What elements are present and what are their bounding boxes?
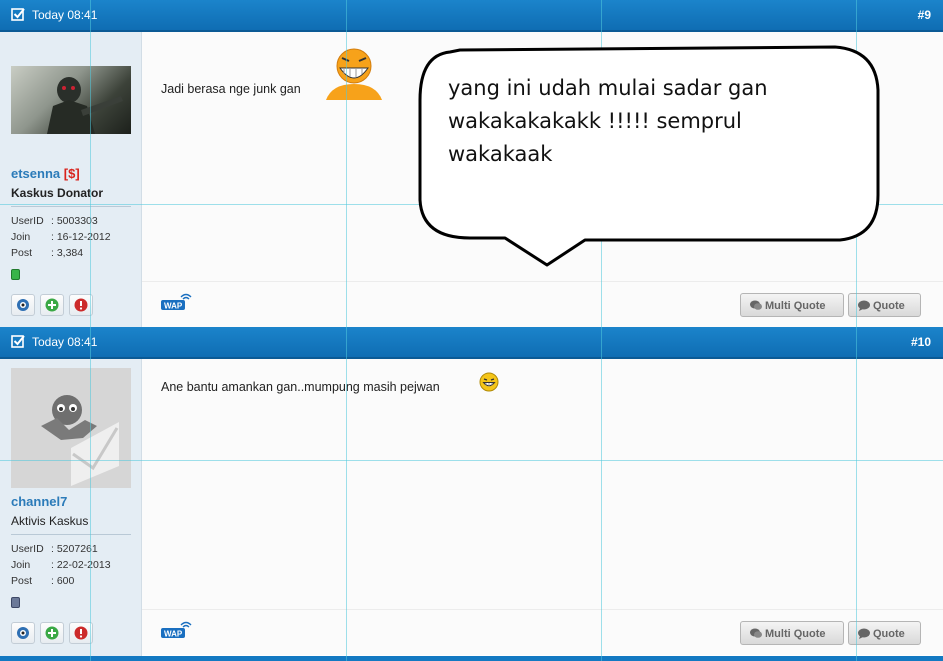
svg-text:WAP: WAP [164,629,183,638]
avatar[interactable] [11,66,131,134]
user-sidebar: channel7 Aktivis Kaskus UserID: 5207261 … [0,359,142,661]
speech-bubbles-icon [750,628,762,638]
divider [11,534,131,535]
post-footer: WAP Multi Quote Quote [142,281,943,327]
wap-icon: WAP [161,293,192,310]
add-reputation-button[interactable] [40,294,64,316]
next-post-header [0,656,943,661]
alert-icon [74,626,88,640]
guide-line [90,0,91,661]
guide-line [0,204,943,205]
post-body: Ane bantu amankan gan..mumpung masih pej… [142,359,943,609]
soldier-image [47,77,123,134]
alert-icon [74,298,88,312]
plus-icon [45,298,59,312]
svg-text:WAP: WAP [164,301,183,310]
post-number-link[interactable]: #10 [911,335,931,349]
checkbox-icon [11,335,25,348]
donator-badge: [$] [63,166,80,181]
add-reputation-button[interactable] [40,622,64,644]
multi-quote-button[interactable]: Multi Quote [740,293,844,317]
post-message: Jadi berasa nge junk gan [161,82,301,96]
user-stats: UserID: 5207261 Join: 22-02-2013 Post: 6… [11,543,111,587]
avatar[interactable] [11,368,131,488]
laughing-emoticon-icon [326,48,382,100]
post-header: Today 08:41 #10 [0,327,943,359]
plus-icon [45,626,59,640]
default-avatar-icon [41,395,119,486]
guide-line [856,0,857,661]
speech-bubble-icon [858,300,870,311]
wap-icon: WAP [161,621,192,638]
grin-emoticon-icon [479,372,499,392]
user-sidebar: etsenna [$] Kaskus Donator UserID: 50033… [0,32,142,327]
guide-line [0,460,943,461]
eye-icon [17,299,29,311]
checkbox-icon [11,8,25,21]
user-stats: UserID: 5003303 Join: 16-12-2012 Post: 3… [11,215,111,259]
post-message: Ane bantu amankan gan..mumpung masih pej… [161,380,440,394]
post-number-link[interactable]: #9 [918,8,931,22]
profile-button[interactable] [11,294,35,316]
multi-quote-button[interactable]: Multi Quote [740,621,844,645]
speech-bubble-text: yang ini udah mulai sadar gan wakakakaka… [448,76,768,166]
online-status-icon [11,269,20,280]
username-link[interactable]: channel7 [11,494,67,509]
post-footer: WAP Multi Quote Quote [142,609,943,655]
speech-bubble-icon [858,628,870,639]
speech-bubbles-icon [750,300,762,310]
offline-status-icon [11,597,20,608]
profile-button[interactable] [11,622,35,644]
post-10: Today 08:41 #10 channel7 Aktivis Kaskus … [0,327,943,661]
post-header: Today 08:41 #9 [0,0,943,32]
quote-button[interactable]: Quote [848,621,921,645]
eye-icon [17,627,29,639]
username-link[interactable]: etsenna [$] [11,166,80,181]
guide-line [346,0,347,661]
user-title: Aktivis Kaskus [11,514,89,528]
post-date: Today 08:41 [32,335,98,349]
quote-button[interactable]: Quote [848,293,921,317]
post-date: Today 08:41 [32,8,98,22]
divider [11,206,131,207]
